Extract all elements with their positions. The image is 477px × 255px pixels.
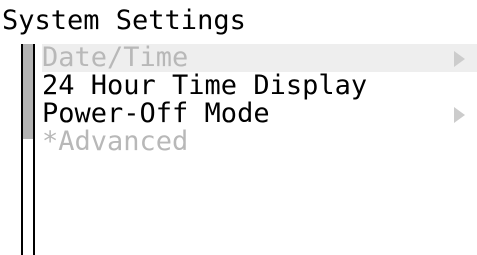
menu-item-label: Date/Time (42, 42, 189, 73)
settings-menu: Date/Time 24 Hour Time Display Power-Off… (42, 44, 477, 156)
menu-item-date-time[interactable]: Date/Time (42, 44, 477, 72)
chevron-right-icon (454, 107, 465, 123)
scrollbar[interactable] (21, 44, 35, 255)
menu-item-label: 24 Hour Time Display (42, 70, 368, 101)
scroll-thumb[interactable] (23, 44, 33, 139)
menu-item-label: Power-Off Mode (42, 98, 270, 129)
menu-item-advanced[interactable]: *Advanced (42, 128, 477, 156)
menu-item-power-off-mode[interactable]: Power-Off Mode (42, 100, 477, 128)
chevron-right-icon (454, 51, 465, 67)
menu-item-24-hour-time-display[interactable]: 24 Hour Time Display (42, 72, 477, 100)
menu-item-label: *Advanced (42, 126, 189, 157)
page-title: System Settings (2, 5, 246, 36)
